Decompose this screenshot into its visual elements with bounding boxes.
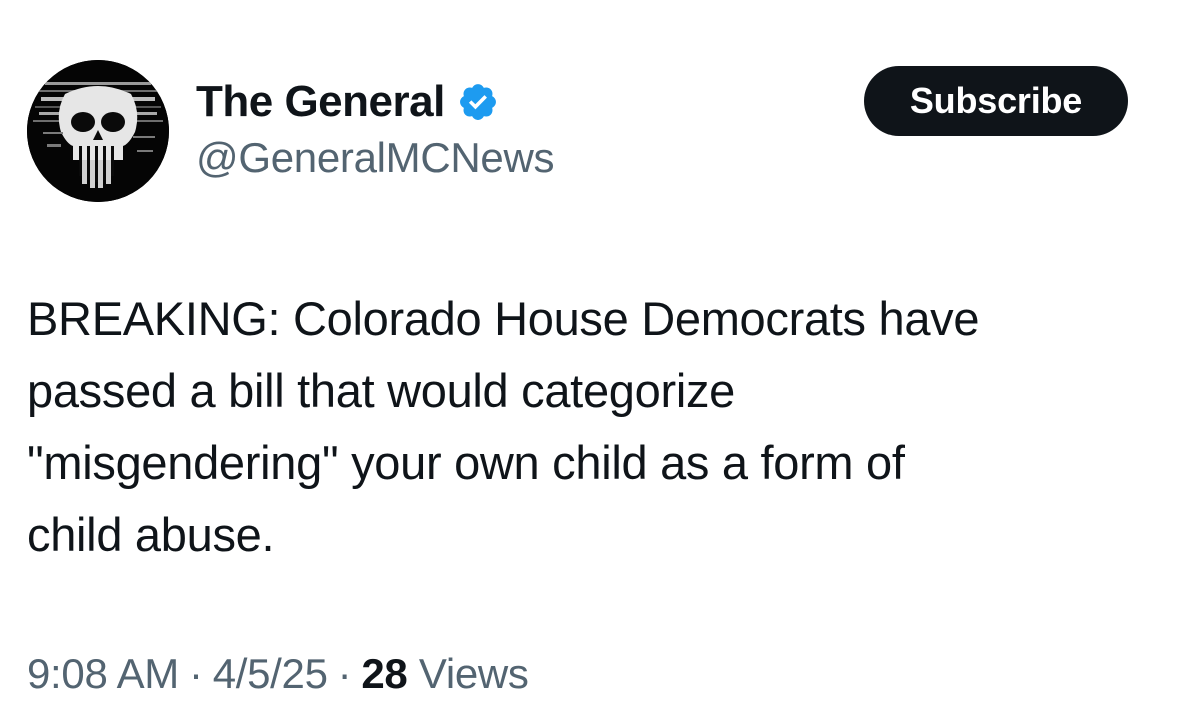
author-handle[interactable]: @GeneralMCNews xyxy=(196,134,555,182)
avatar[interactable] xyxy=(27,60,169,202)
tweet-card: The General @GeneralMCNews Subscribe BRE… xyxy=(0,0,1179,727)
tweet-text: BREAKING: Colorado House Democrats have … xyxy=(27,283,1147,571)
punisher-skull-icon xyxy=(27,60,169,202)
meta-separator: · xyxy=(337,650,352,697)
subscribe-button[interactable]: Subscribe xyxy=(864,66,1128,136)
tweet-text-line: "misgendering" your own child as a form … xyxy=(27,436,905,489)
display-name[interactable]: The General xyxy=(196,77,445,127)
tweet-meta: 9:08 AM · 4/5/25 · 28 Views xyxy=(27,650,529,698)
meta-separator: · xyxy=(189,650,203,697)
views-label: Views xyxy=(418,650,529,697)
views-count[interactable]: 28 xyxy=(361,650,407,697)
tweet-text-line: BREAKING: Colorado House Democrats have xyxy=(27,292,980,345)
tweet-time[interactable]: 9:08 AM xyxy=(27,650,179,697)
tweet-text-line: child abuse. xyxy=(27,508,275,561)
tweet-text-line: passed a bill that would categorize xyxy=(27,364,735,417)
verified-badge-icon[interactable] xyxy=(457,81,499,123)
tweet-date[interactable]: 4/5/25 xyxy=(213,650,328,697)
author-name-row: The General xyxy=(196,74,499,130)
